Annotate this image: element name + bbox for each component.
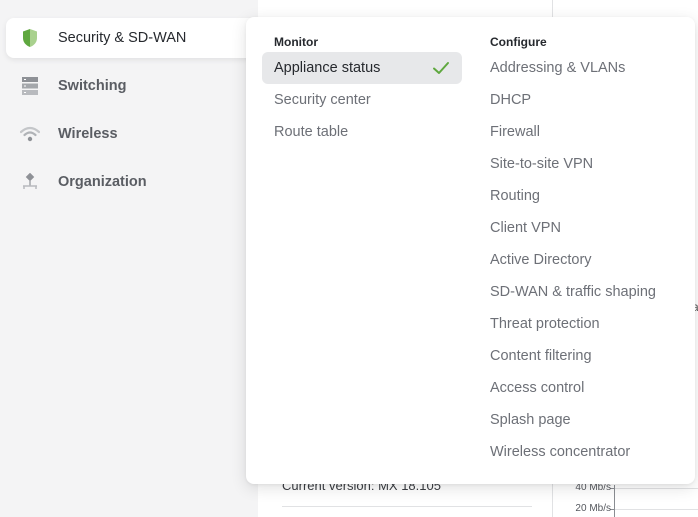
menu-item-sd-wan-traffic-shaping[interactable]: SD-WAN & traffic shaping <box>490 276 656 308</box>
menu-item-wireless-concentrator[interactable]: Wireless concentrator <box>490 436 630 468</box>
menu-item-content-filtering[interactable]: Content filtering <box>490 340 592 372</box>
sidebar-item-label: Security & SD-WAN <box>58 30 187 46</box>
check-icon <box>433 62 449 74</box>
shield-icon <box>20 28 40 48</box>
menu-item-security-center[interactable]: Security center <box>274 84 371 116</box>
switch-stack-icon <box>20 76 40 96</box>
configure-heading: Configure <box>490 35 547 49</box>
sidebar-nav: Security & SD-WAN Switching Wireless Org… <box>0 0 258 517</box>
sidebar-item-label: Organization <box>58 174 147 190</box>
menu-item-access-control[interactable]: Access control <box>490 372 584 404</box>
sidebar-item-label: Wireless <box>58 126 118 142</box>
monitor-heading: Monitor <box>274 35 318 49</box>
org-hierarchy-icon <box>20 172 40 192</box>
security-sd-wan-flyout-menu: Monitor Appliance status Security center… <box>246 17 695 484</box>
chart-gridline <box>614 509 698 510</box>
menu-item-addressing-vlans[interactable]: Addressing & VLANs <box>490 52 625 84</box>
sidebar-item-switching[interactable]: Switching <box>6 66 258 106</box>
menu-item-label: Appliance status <box>274 60 381 76</box>
menu-item-active-directory[interactable]: Active Directory <box>490 244 592 276</box>
chart-tick-label: 20 Mb/s <box>575 503 611 514</box>
chart-y-axis <box>614 485 615 517</box>
sidebar-item-wireless[interactable]: Wireless <box>6 114 258 154</box>
wifi-icon <box>20 124 40 144</box>
menu-item-routing[interactable]: Routing <box>490 180 540 212</box>
sidebar-item-label: Switching <box>58 78 127 94</box>
menu-item-route-table[interactable]: Route table <box>274 116 348 148</box>
menu-item-site-to-site-vpn[interactable]: Site-to-site VPN <box>490 148 593 180</box>
chart-gridline <box>614 488 698 489</box>
menu-item-client-vpn[interactable]: Client VPN <box>490 212 561 244</box>
menu-item-dhcp[interactable]: DHCP <box>490 84 531 116</box>
menu-item-threat-protection[interactable]: Threat protection <box>490 308 600 340</box>
sidebar-item-organization[interactable]: Organization <box>6 162 258 202</box>
divider <box>282 506 532 507</box>
menu-item-appliance-status[interactable]: Appliance status <box>262 52 462 84</box>
menu-item-splash-page[interactable]: Splash page <box>490 404 571 436</box>
sidebar-item-security-sd-wan[interactable]: Security & SD-WAN <box>6 18 258 58</box>
menu-item-firewall[interactable]: Firewall <box>490 116 540 148</box>
